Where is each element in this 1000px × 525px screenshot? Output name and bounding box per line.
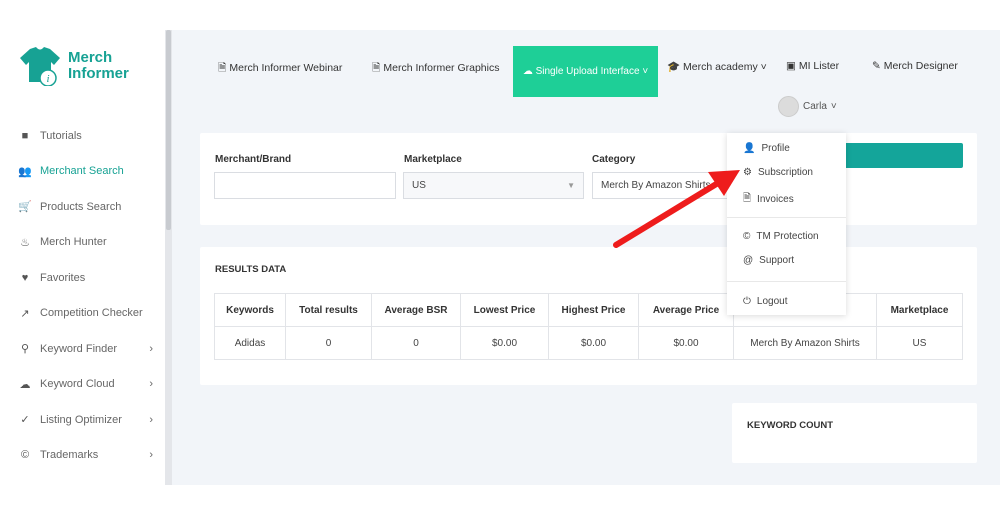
red-arrow-annotation <box>613 170 740 248</box>
